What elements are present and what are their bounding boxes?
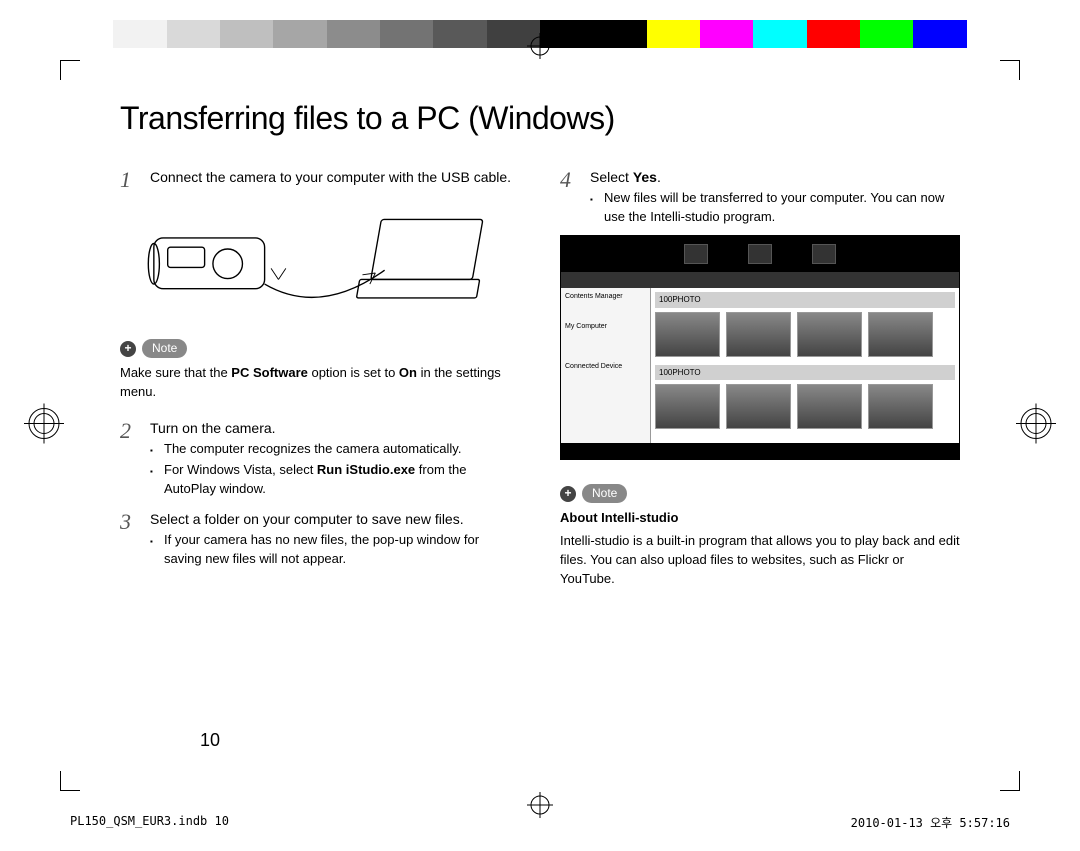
right-column: 4 Select Yes. New files will be transfer…	[560, 167, 960, 589]
step-4: 4 Select Yes. New files will be transfer…	[560, 167, 960, 227]
registration-mark-icon	[527, 33, 553, 59]
page-number: 10	[200, 730, 220, 751]
ss-thumbnail	[868, 312, 933, 357]
note-1-text: Make sure that the PC Software option is…	[120, 364, 520, 402]
note-label-text: Note	[142, 339, 187, 358]
step-text: Select a folder on your computer to save…	[150, 509, 520, 529]
ss-folder-label: 100PHOTO	[655, 292, 955, 308]
ss-side-label: Connected Device	[565, 362, 646, 372]
step-text: Select Yes.	[590, 167, 960, 187]
note-label-text: Note	[582, 484, 627, 503]
step-text: Connect the camera to your computer with…	[150, 167, 520, 191]
page-title: Transferring files to a PC (Windows)	[120, 100, 960, 137]
camera-laptop-illustration	[120, 201, 520, 321]
ss-folder-label: 100PHOTO	[655, 365, 955, 381]
step-2: 2 Turn on the camera. The computer recog…	[120, 418, 520, 499]
step-number: 4	[560, 167, 580, 227]
step-bullet: For Windows Vista, select Run iStudio.ex…	[150, 461, 520, 499]
ss-thumbnail	[868, 384, 933, 429]
ss-thumbnail	[655, 384, 720, 429]
left-column: 1 Connect the camera to your computer wi…	[120, 167, 520, 589]
ss-thumbnail	[655, 312, 720, 357]
intelli-studio-screenshot: Contents Manager My Computer Connected D…	[560, 235, 960, 460]
note-badge: + Note	[120, 339, 187, 358]
crop-mark-icon	[1000, 771, 1020, 791]
crop-mark-icon	[60, 771, 80, 791]
ss-photo-icon	[748, 244, 772, 264]
ss-movie-icon	[812, 244, 836, 264]
step-text: Turn on the camera.	[150, 418, 520, 438]
footer-timestamp: 2010-01-13 오후 5:57:16	[851, 814, 1010, 831]
step-number: 2	[120, 418, 140, 499]
ss-side-label: Contents Manager	[565, 292, 646, 302]
crop-mark-icon	[1000, 60, 1020, 80]
page-content: Transferring files to a PC (Windows) 1 C…	[120, 100, 960, 751]
step-bullet: The computer recognizes the camera autom…	[150, 440, 520, 459]
step-3: 3 Select a folder on your computer to sa…	[120, 509, 520, 569]
ss-thumbnail	[797, 312, 862, 357]
footer-filename: PL150_QSM_EUR3.indb 10	[70, 814, 229, 831]
print-footer: PL150_QSM_EUR3.indb 10 2010-01-13 오후 5:5…	[70, 814, 1010, 831]
ss-thumbnail	[726, 312, 791, 357]
registration-mark-icon	[1016, 403, 1056, 448]
ss-thumbnail	[797, 384, 862, 429]
note-2-heading: About Intelli-studio	[560, 509, 960, 528]
ss-side-label: My Computer	[565, 322, 646, 332]
note-badge: + Note	[560, 484, 627, 503]
registration-mark-icon	[24, 403, 64, 448]
plus-circle-icon: +	[120, 341, 136, 357]
ss-library-icon	[684, 244, 708, 264]
note-2-body: Intelli-studio is a built-in program tha…	[560, 532, 960, 589]
step-bullet: If your camera has no new files, the pop…	[150, 531, 520, 569]
step-bullet: New files will be transferred to your co…	[590, 189, 960, 227]
ss-thumbnail	[726, 384, 791, 429]
crop-mark-icon	[60, 60, 80, 80]
step-number: 3	[120, 509, 140, 569]
step-number: 1	[120, 167, 140, 191]
step-1: 1 Connect the camera to your computer wi…	[120, 167, 520, 191]
plus-circle-icon: +	[560, 486, 576, 502]
